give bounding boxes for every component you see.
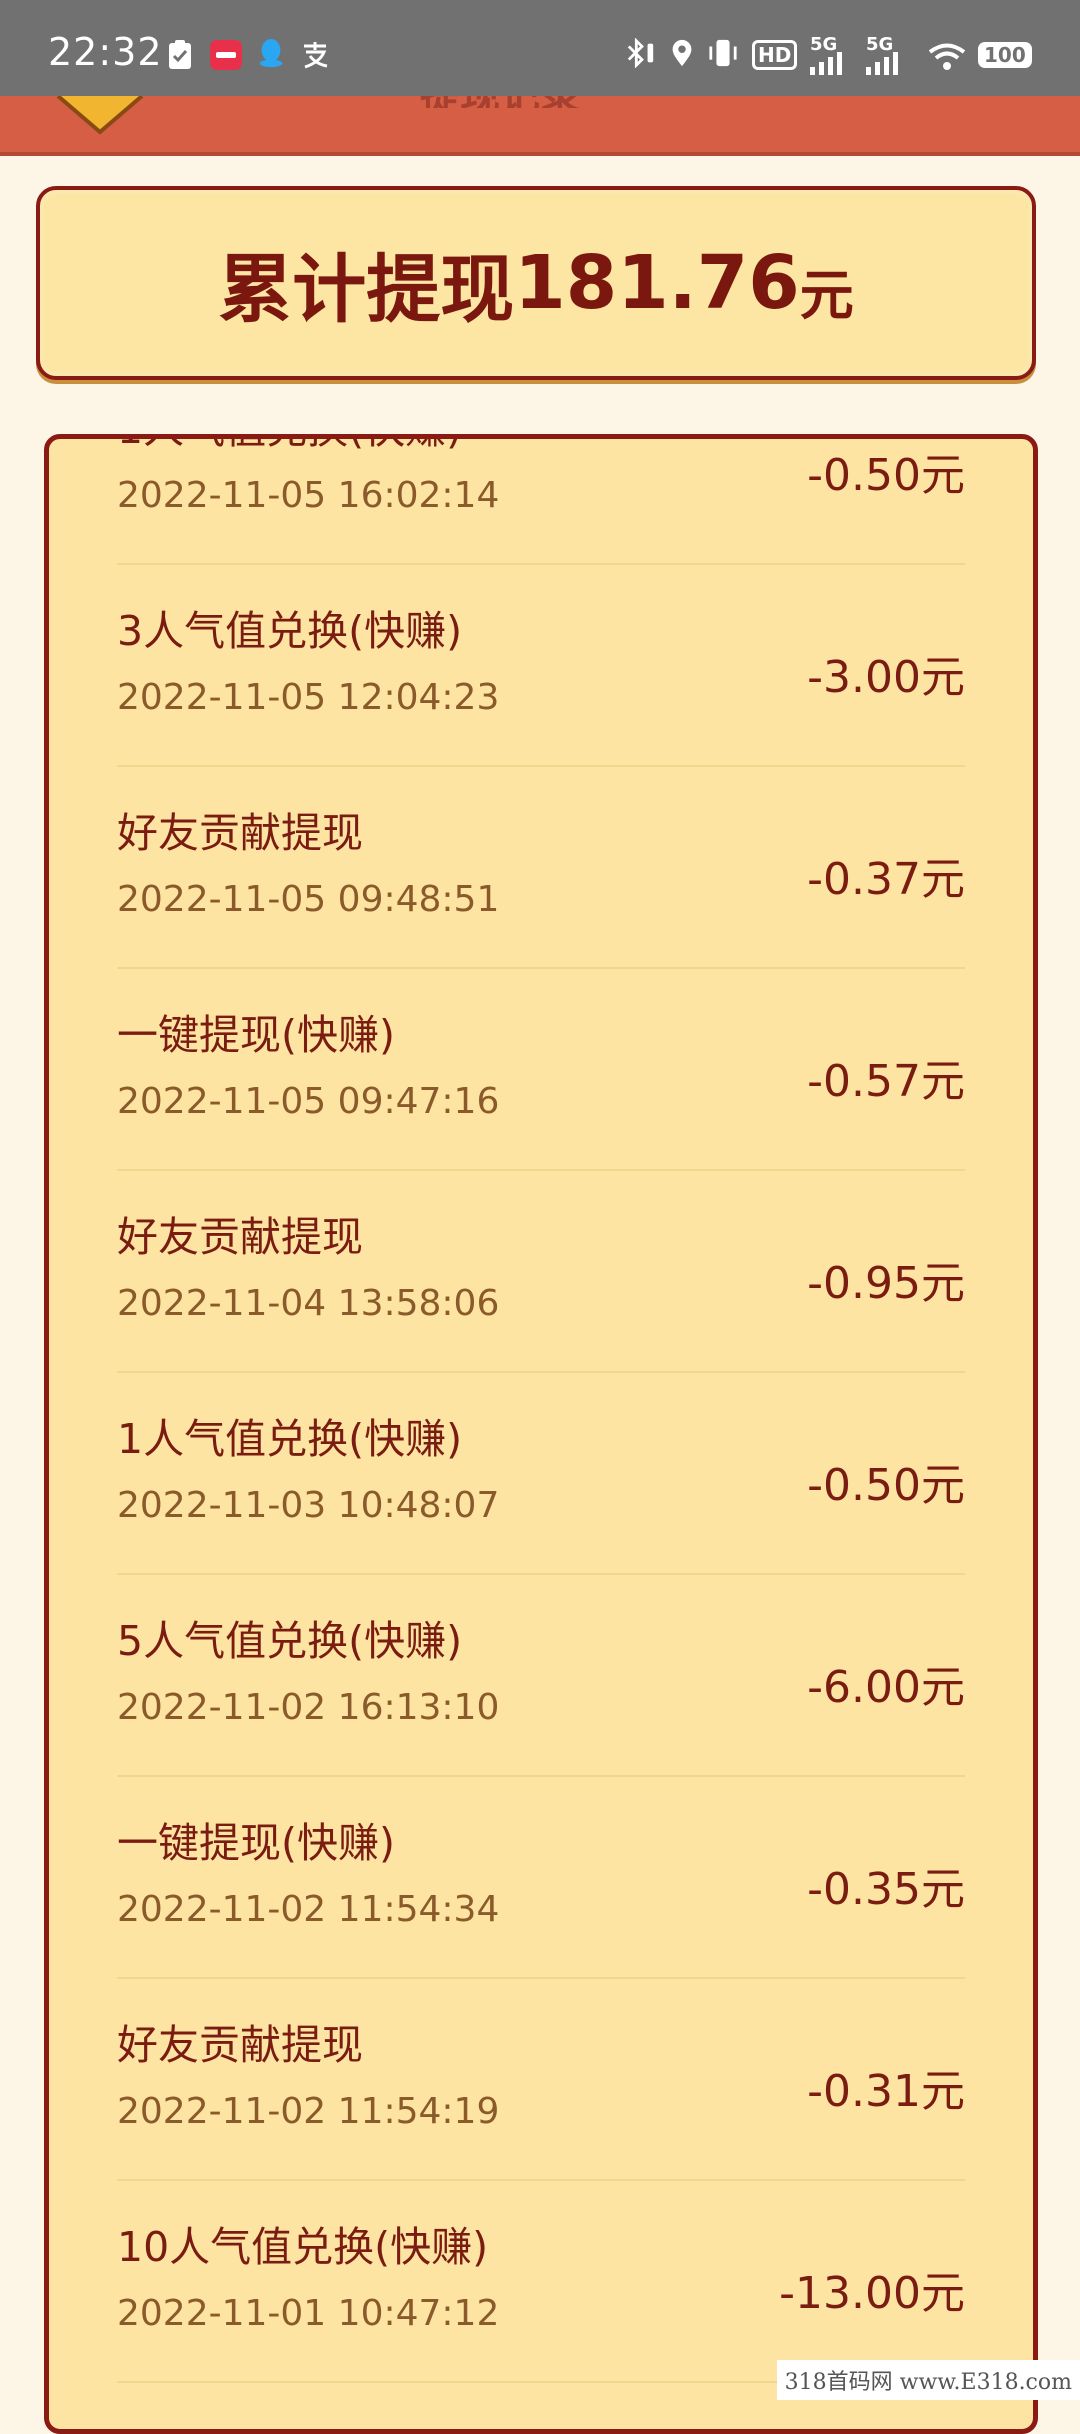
record-amount: -0.35元	[807, 1864, 965, 1915]
record-amount: -0.50元	[807, 1460, 965, 1511]
record-title: 1人气值兑换(快赚)	[117, 1415, 463, 1463]
total-label: 累计提现	[218, 246, 515, 333]
signal-strength-icon	[810, 52, 842, 75]
total-withdrawal-card: 累计提现 181.76 元	[36, 186, 1036, 380]
record-title: 好友贡献提现	[117, 2021, 363, 2069]
record-time: 2022-11-05 09:47:16	[117, 1081, 500, 1122]
record-time: 2022-11-02 11:54:34	[117, 1889, 500, 1930]
total-unit: 元	[799, 263, 854, 327]
list-item: 一键提现(快赚) 2022-11-02 11:54:34 -0.35元	[117, 1777, 965, 1979]
record-amount: -0.57元	[807, 1056, 965, 1107]
record-title: 一键提现(快赚)	[117, 1819, 395, 1867]
record-title: 好友贡献提现	[117, 809, 363, 857]
qq-penguin-icon	[259, 38, 283, 68]
list-item: 3人气值兑换(快赚) 2022-11-05 12:04:23 -3.00元	[117, 565, 965, 767]
list-item: 好友贡献提现 2022-11-04 13:58:06 -0.95元	[117, 1171, 965, 1373]
wifi-icon	[928, 43, 966, 70]
list-item: 10人气值兑换(快赚) 2022-11-01 10:47:12 -13.00元	[117, 2181, 965, 2383]
record-time: 2022-11-02 11:54:19	[117, 2091, 500, 2132]
watermark: 318首码网 www.E318.com	[776, 2360, 1080, 2400]
record-amount: -0.37元	[807, 854, 965, 905]
list-item: 一键提现(快赚) 2022-11-05 09:47:16 -0.57元	[117, 969, 965, 1171]
list-item: 1人气值兑换(快赚) 2022-11-05 16:02:14 -0.50元	[117, 439, 965, 565]
record-amount: -0.95元	[807, 1258, 965, 1309]
record-amount: -3.00元	[807, 652, 965, 703]
bluetooth-icon	[627, 38, 654, 68]
record-amount: -0.31元	[807, 2066, 965, 2117]
signal-strength-icon-2	[866, 52, 898, 75]
page-title: 提现记录	[420, 96, 580, 108]
vibrate-icon	[709, 39, 737, 67]
alipay-icon	[304, 42, 328, 69]
list-item: 5人气值兑换(快赚) 2022-11-02 16:13:10 -6.00元	[117, 1575, 965, 1777]
record-title: 5人气值兑换(快赚)	[117, 1617, 463, 1665]
battery-indicator: 100	[978, 42, 1032, 68]
list-item: 1人气值兑换(快赚) 2022-11-03 10:48:07 -0.50元	[117, 1373, 965, 1575]
record-time: 2022-11-05 09:48:51	[117, 879, 500, 920]
record-time: 2022-11-05 16:02:14	[117, 475, 500, 516]
record-title: 好友贡献提现	[117, 1213, 363, 1261]
record-list-scroll: 1人气值兑换(快赚) 2022-11-05 16:02:14 -0.50元 3人…	[49, 439, 1033, 2383]
record-title: 1人气值兑换(快赚)	[117, 439, 462, 455]
list-item: 好友贡献提现 2022-11-02 11:54:19 -0.31元	[117, 1979, 965, 2181]
record-time: 2022-11-03 10:48:07	[117, 1485, 500, 1526]
record-title: 一键提现(快赚)	[117, 1011, 395, 1059]
record-time: 2022-11-05 12:04:23	[117, 677, 500, 718]
record-time: 2022-11-02 16:13:10	[117, 1687, 500, 1728]
app-notification-icon	[210, 40, 242, 70]
list-item: 好友贡献提现 2022-11-05 09:48:51 -0.37元	[117, 767, 965, 969]
total-amount: 181.76	[514, 240, 800, 326]
status-time: 22:32	[48, 30, 163, 74]
record-time: 2022-11-01 10:47:12	[117, 2293, 500, 2334]
hd-badge: HD	[752, 40, 798, 70]
record-amount: -0.50元	[807, 450, 965, 501]
record-amount: -6.00元	[807, 1662, 965, 1713]
clipboard-check-icon	[169, 40, 191, 69]
back-arrow-icon	[56, 96, 144, 135]
status-bar: 22:32 HD 5G 5G 100	[0, 0, 1080, 96]
withdrawal-record-list[interactable]: 1人气值兑换(快赚) 2022-11-05 16:02:14 -0.50元 3人…	[44, 434, 1038, 2434]
back-button[interactable]	[50, 96, 150, 136]
record-title: 3人气值兑换(快赚)	[117, 607, 463, 655]
record-time: 2022-11-04 13:58:06	[117, 1283, 500, 1324]
record-amount: -13.00元	[779, 2268, 965, 2319]
location-icon	[672, 39, 692, 67]
record-title: 10人气值兑换(快赚)	[117, 2223, 489, 2271]
